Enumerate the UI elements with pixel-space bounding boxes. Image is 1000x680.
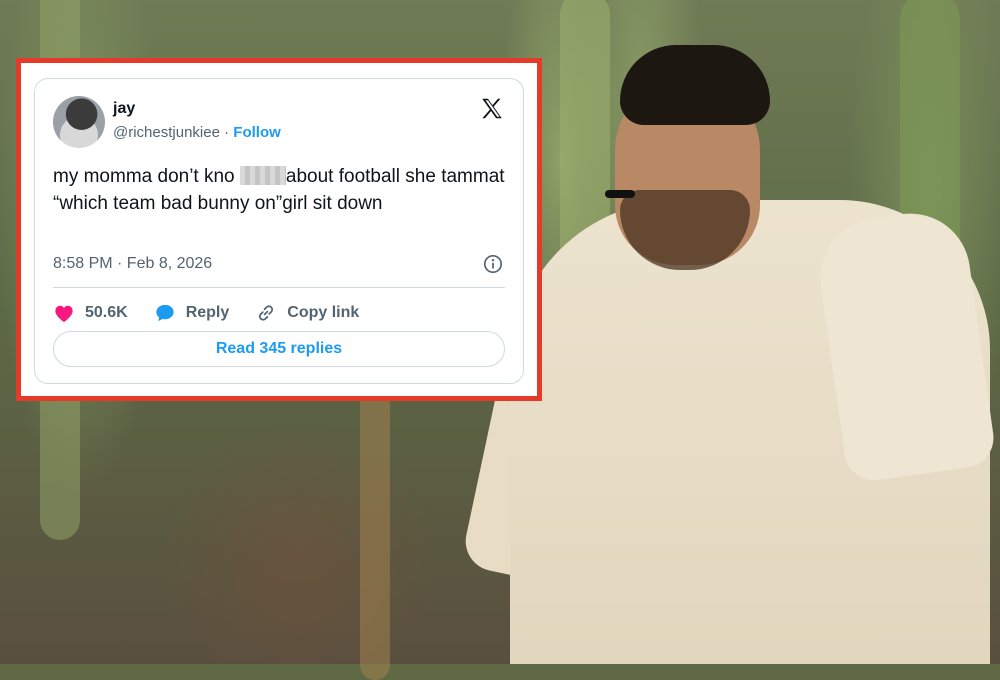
speech-bubble-icon: [156, 304, 174, 322]
copy-link-button[interactable]: Copy link: [255, 302, 359, 324]
handle-separator: ·: [224, 124, 230, 141]
avatar[interactable]: [53, 96, 105, 148]
divider: [53, 287, 505, 288]
reply-label: Reply: [185, 304, 230, 321]
performer-photo: [460, 40, 1000, 664]
author-name[interactable]: jay: [113, 100, 135, 118]
x-logo-icon[interactable]: [479, 96, 505, 122]
tweet-card[interactable]: jay @richestjunkiee · Follow my momma do…: [34, 78, 524, 384]
copy-link-label: Copy link: [287, 304, 360, 321]
tweet-timestamp[interactable]: 8:58 PM · Feb 8, 2026: [53, 255, 212, 273]
read-replies-button[interactable]: Read 345 replies: [53, 331, 505, 367]
heart-icon: [55, 305, 73, 323]
reply-button[interactable]: Reply: [154, 303, 230, 323]
hair: [620, 45, 770, 125]
like-button[interactable]: 50.6K: [53, 303, 128, 323]
author-handle[interactable]: @richestjunkiee: [113, 124, 220, 141]
handle-row: @richestjunkiee · Follow: [113, 124, 281, 141]
tweet-text: my momma don’t kno about football she ta…: [53, 163, 508, 217]
tweet-actions: 50.6K Reply Copy link: [53, 301, 385, 325]
like-count: 50.6K: [85, 304, 128, 321]
info-icon[interactable]: [483, 254, 503, 274]
link-icon: [259, 305, 274, 321]
reed: [360, 380, 390, 680]
tweet-text-part-1: my momma don’t kno: [53, 166, 240, 187]
headset-mic: [605, 190, 635, 198]
tweet-highlight-frame: jay @richestjunkiee · Follow my momma do…: [16, 58, 542, 401]
censored-word: [239, 166, 286, 185]
follow-button[interactable]: Follow: [233, 124, 281, 141]
